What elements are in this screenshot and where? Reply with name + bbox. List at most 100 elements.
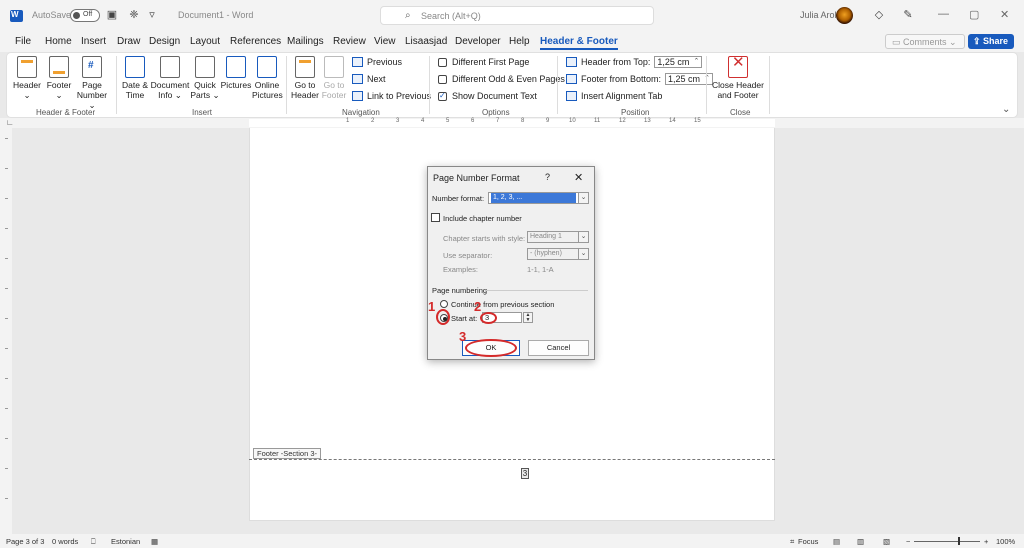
print-layout-icon[interactable]: ▥ [857, 537, 864, 546]
horizontal-ruler[interactable]: ∟ 1 2 3 4 5 6 7 8 9 10 11 12 13 14 15 [0, 118, 1024, 128]
comments-button[interactable]: ▭ Comments ⌄ [885, 34, 965, 49]
quick-parts-icon [195, 56, 215, 78]
header-button[interactable]: Header ⌄ [12, 56, 42, 100]
zoom-slider-thumb[interactable] [958, 537, 960, 545]
word-count[interactable]: 0 words [52, 537, 78, 546]
tab-file[interactable]: File [15, 36, 31, 47]
show-document-text-label: Show Document Text [452, 91, 537, 101]
tab-layout[interactable]: Layout [190, 36, 220, 47]
tab-lisaasjad[interactable]: Lisaasjad [405, 36, 447, 47]
footer-page-number[interactable]: 3 [521, 468, 529, 479]
continue-previous-radio[interactable] [440, 300, 448, 308]
tab-review[interactable]: Review [333, 36, 366, 47]
tab-help[interactable]: Help [509, 36, 530, 47]
quick-access-menu-icon[interactable]: ▿ [146, 9, 158, 21]
collapse-ribbon-icon[interactable]: ⌄ [1002, 104, 1010, 115]
number-format-select[interactable]: 1, 2, 3, ... ⌄ [488, 192, 589, 204]
different-first-page-checkbox[interactable]: Different First Page [438, 57, 529, 67]
start-at-stepper[interactable]: ▲ ▼ [523, 312, 533, 323]
insert-alignment-tab-button[interactable]: Insert Alignment Tab [566, 91, 662, 101]
word-app-icon [10, 10, 23, 22]
zoom-in-icon[interactable]: + [984, 537, 988, 546]
ruler-number: 6 [471, 118, 475, 124]
header-from-top: Header from Top: 1,25 cm [566, 56, 703, 68]
zoom-level[interactable]: 100% [996, 537, 1015, 546]
tab-insert[interactable]: Insert [81, 36, 106, 47]
next-button[interactable]: Next [352, 74, 386, 84]
header-from-top-input[interactable]: 1,25 cm [654, 56, 703, 68]
footer-button[interactable]: Footer ⌄ [44, 56, 74, 100]
focus-label[interactable]: Focus [798, 537, 818, 546]
ruler-tick [5, 288, 8, 289]
separator-select[interactable]: - (hyphen) ⌄ [527, 248, 589, 260]
annotation-number: 1 [428, 299, 436, 314]
ruler-number: 9 [546, 118, 550, 124]
ribbon-divider [429, 56, 430, 114]
diamond-icon[interactable]: ◇ [873, 9, 885, 21]
cancel-button[interactable]: Cancel [528, 340, 589, 356]
go-to-header-button[interactable]: Go to Header [290, 56, 320, 100]
show-document-text-checkbox[interactable]: Show Document Text [438, 91, 537, 101]
tab-view[interactable]: View [374, 36, 396, 47]
save-icon[interactable]: ▣ [106, 9, 118, 21]
pen-icon[interactable]: ✎ [902, 9, 914, 21]
minimize-button[interactable]: — [938, 8, 949, 20]
tab-home[interactable]: Home [45, 36, 72, 47]
ruler-number: 2 [371, 118, 375, 124]
share-button[interactable]: ⇪ Share [968, 34, 1014, 49]
close-header-footer-label2: and Footer [717, 90, 759, 100]
close-header-footer-button[interactable]: Close Headerand Footer [711, 56, 765, 100]
chevron-down-icon: ⌄ [55, 90, 63, 100]
search-placeholder: Search (Alt+Q) [421, 11, 481, 21]
zoom-slider[interactable] [914, 541, 980, 542]
avatar[interactable] [836, 7, 853, 24]
tab-references[interactable]: References [230, 36, 281, 47]
vertical-ruler[interactable] [0, 128, 12, 534]
help-button[interactable]: ? [545, 172, 550, 182]
ruler-number: 14 [669, 118, 676, 124]
zoom-out-icon[interactable]: − [906, 537, 910, 546]
link-to-previous-button[interactable]: Link to Previous [352, 91, 431, 101]
examples-label: Examples: [443, 265, 479, 274]
page-number-label2: Number [76, 90, 108, 100]
restore-button[interactable]: ▢ [969, 8, 979, 21]
group-divider [486, 290, 588, 291]
include-chapter-checkbox[interactable] [431, 213, 440, 222]
tab-draw[interactable]: Draw [117, 36, 140, 47]
chevron-down-icon: ⌄ [578, 232, 588, 242]
previous-button[interactable]: Previous [352, 57, 402, 67]
autosave-toggle[interactable]: Off [70, 9, 100, 22]
spelling-icon[interactable]: ⎕ [91, 537, 96, 547]
link-to-previous-label: Link to Previous [367, 91, 432, 101]
read-mode-icon[interactable]: ▤ [833, 537, 840, 546]
tab-header-footer[interactable]: Header & Footer [540, 36, 618, 50]
tab-selector-icon[interactable]: ∟ [6, 118, 14, 127]
tab-mailings[interactable]: Mailings [287, 36, 324, 47]
ruler-number: 5 [446, 118, 450, 124]
date-time-button[interactable]: Date & Time [120, 56, 150, 100]
document-info-button[interactable]: Document Info ⌄ [150, 56, 190, 100]
page-number-button[interactable]: PageNumber ⌄ [74, 56, 110, 110]
dialog-close-button[interactable]: ✕ [574, 171, 583, 184]
annotation-circle [436, 309, 450, 325]
language[interactable]: Estonian [111, 537, 140, 546]
go-to-footer-button[interactable]: Go to Footer [320, 56, 348, 100]
page-count[interactable]: Page 3 of 3 [6, 537, 44, 546]
different-odd-even-checkbox[interactable]: Different Odd & Even Pages [438, 74, 565, 84]
chapter-style-select[interactable]: Heading 1 ⌄ [527, 231, 589, 243]
pictures-button[interactable]: Pictures [219, 56, 253, 90]
focus-icon[interactable]: ⌗ [790, 537, 794, 547]
tab-developer[interactable]: Developer [455, 36, 501, 47]
quick-parts-button[interactable]: Quick Parts ⌄ [190, 56, 220, 100]
chapter-starts-label: Chapter starts with style: [443, 234, 526, 243]
customize-icon[interactable]: ❈ [128, 9, 140, 21]
tab-design[interactable]: Design [149, 36, 180, 47]
go-to-footer-icon [324, 56, 344, 78]
online-pictures-label2: Pictures [252, 90, 283, 100]
footer-from-bottom: Footer from Bottom: 1,25 cm [566, 73, 714, 85]
online-pictures-button[interactable]: Online Pictures [252, 56, 283, 100]
search-box[interactable]: ⌕ Search (Alt+Q) [380, 6, 654, 25]
close-window-button[interactable]: ✕ [1000, 8, 1009, 21]
web-layout-icon[interactable]: ▧ [883, 537, 890, 546]
accessibility-icon[interactable]: ▦ [151, 537, 158, 546]
